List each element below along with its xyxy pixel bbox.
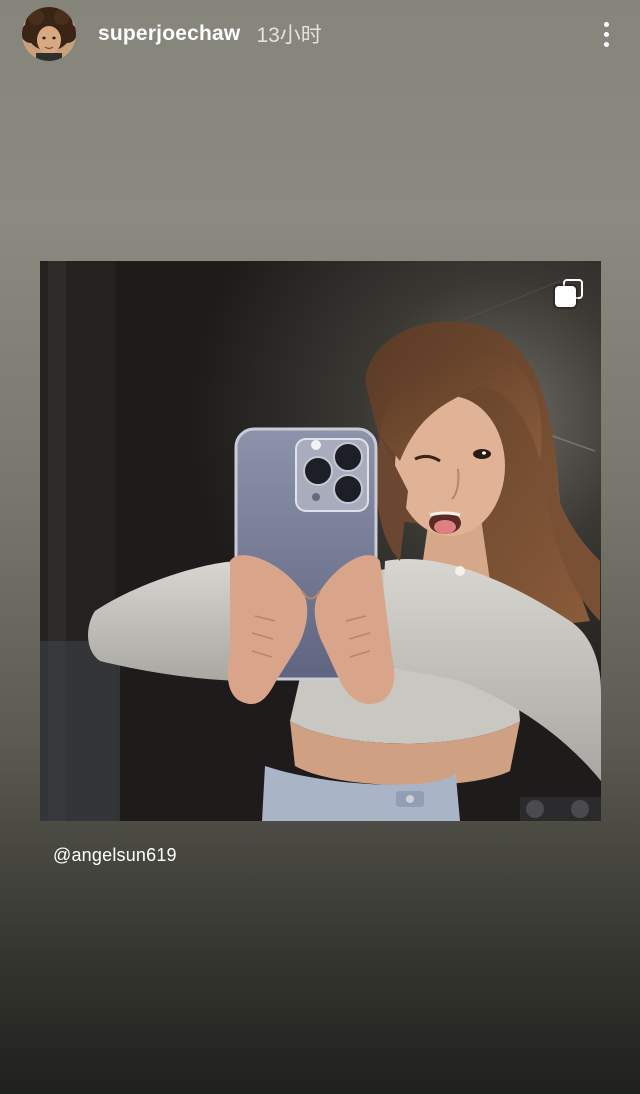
username[interactable]: superjoechaw [98, 22, 240, 46]
avatar[interactable] [22, 7, 76, 61]
post-image[interactable] [40, 261, 601, 821]
timestamp: 13小时 [256, 24, 322, 47]
story-header: superjoechaw 13小时 [22, 6, 618, 62]
more-vertical-icon[interactable] [594, 14, 618, 54]
multi-post-icon [555, 279, 583, 307]
mention-link[interactable]: @angelsun619 [53, 845, 177, 866]
